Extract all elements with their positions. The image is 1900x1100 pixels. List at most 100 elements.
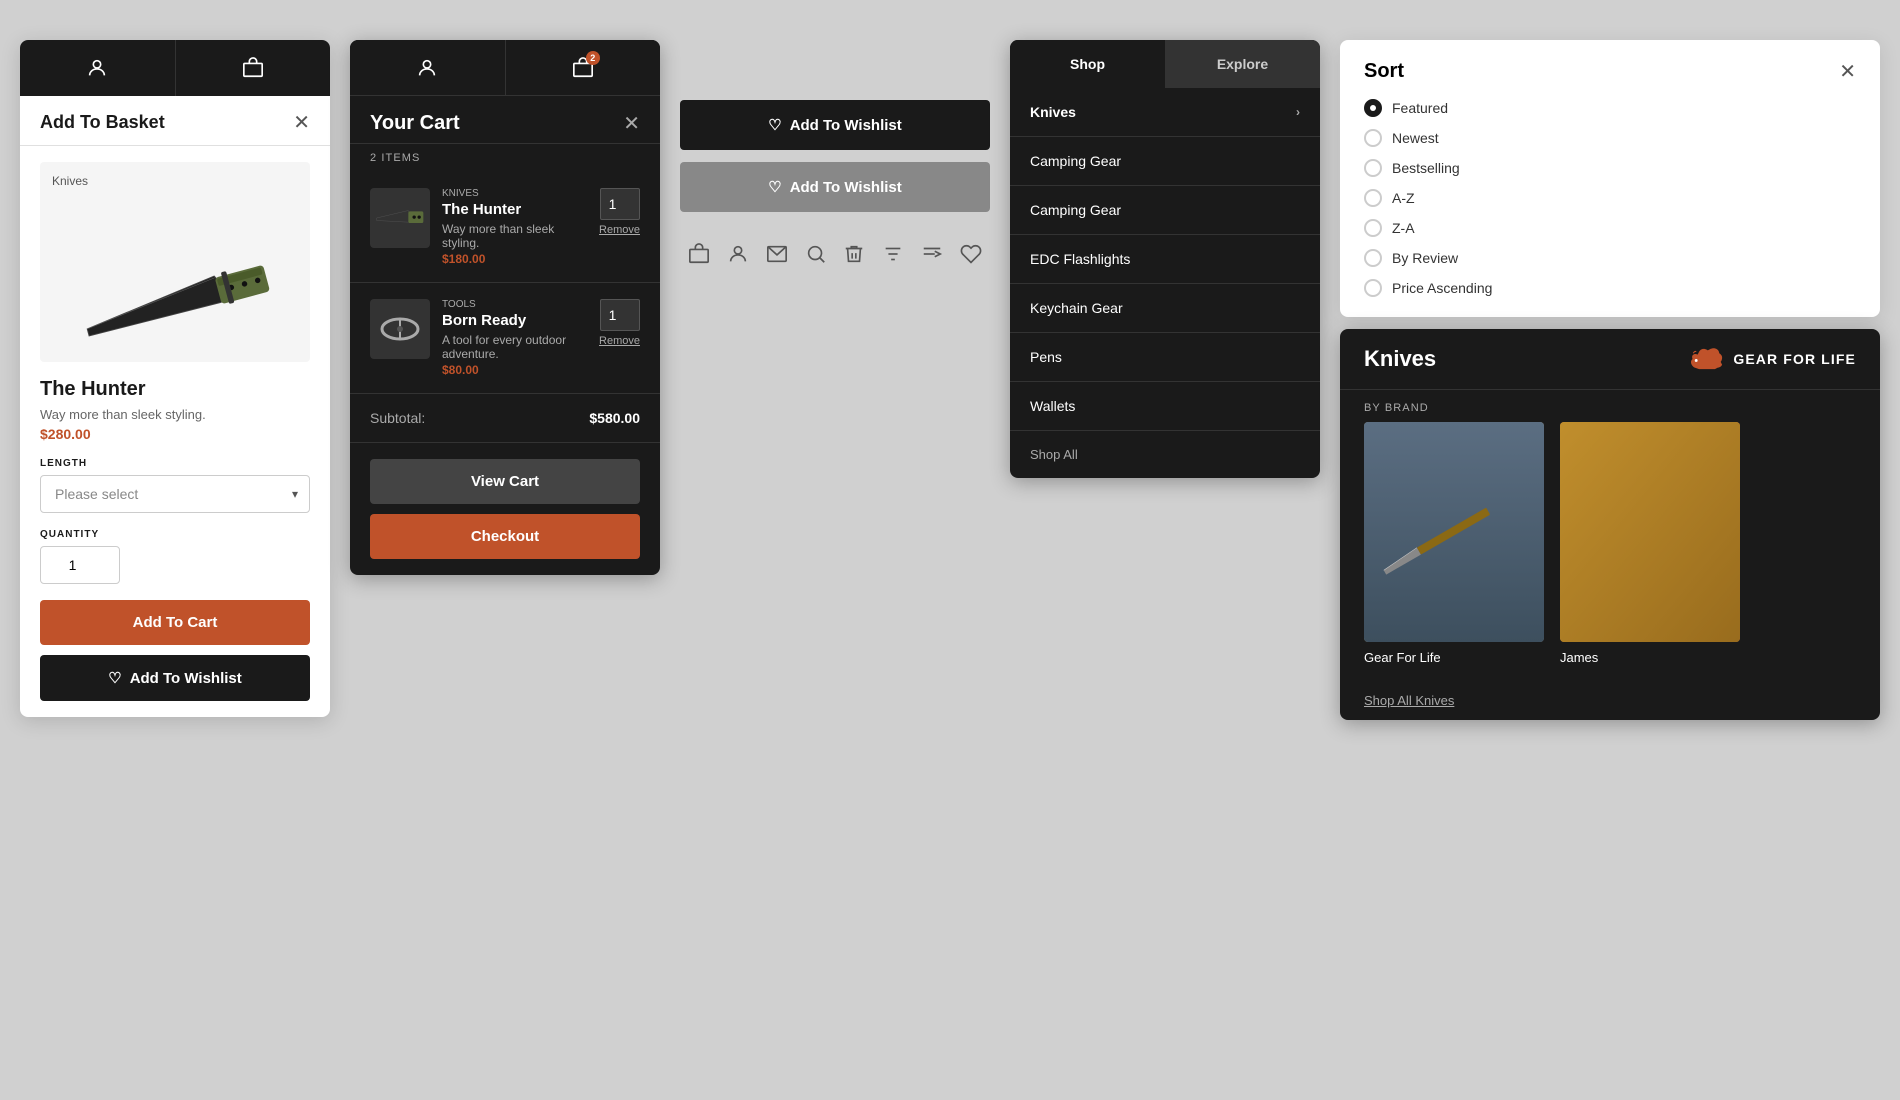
heart-icon[interactable] [953,236,989,272]
bag-icon[interactable] [681,236,717,272]
tab-shop[interactable]: Shop [1010,40,1165,88]
shop-nav-label-knives: Knives [1030,104,1076,120]
product-card-name-1: Gear For Life [1364,650,1544,665]
cart-item-category-1: Knives [442,188,587,199]
add-to-cart-button[interactable]: Add To Cart [40,600,310,645]
cart-tab[interactable] [176,40,331,96]
basket-header: Add To Basket ✕ [20,96,330,146]
user-icon[interactable] [720,236,756,272]
length-select-wrapper: Please select ▾ [40,475,310,513]
wishlist-button-2[interactable]: ♡ Add To Wishlist [680,162,990,212]
product-grid: Gear For Life James [1340,422,1880,681]
cart-item-info-2: Tools Born Ready A tool for every outdoo… [442,299,587,377]
product-section: Knives GEAR FOR LIFE BY BRAND [1340,329,1880,720]
cart-count-badge: 2 [586,51,600,65]
shop-nav-item-camping2[interactable]: Camping Gear [1010,186,1320,235]
search-icon[interactable] [798,236,834,272]
length-select[interactable]: Please select [40,475,310,513]
wishlist-heart-icon: ♡ [108,669,121,687]
cart-panel: 2 Your Cart ✕ 2 ITEMS Knives The Hunter … [350,40,660,575]
sort-panel: Sort ✕ Featured Newest Bestselling A-Z [1340,40,1880,317]
right-panel: Sort ✕ Featured Newest Bestselling A-Z [1340,40,1880,720]
shop-nav-item-knives[interactable]: Knives › [1010,88,1320,137]
product-section-title: Knives [1364,346,1436,372]
cart-user-tab[interactable] [350,40,506,95]
cart-item-remove-button-2[interactable]: Remove [599,335,640,347]
cart-close-button[interactable]: ✕ [623,114,640,134]
mail-icon[interactable] [759,236,795,272]
radio-review [1364,249,1382,267]
shop-nav-label-pens: Pens [1030,349,1062,365]
add-to-basket-panel: Add To Basket ✕ Knives The Hunter Way mo… [20,40,330,717]
quantity-input[interactable] [40,546,120,584]
cart-title: Your Cart [370,112,460,135]
cart-item-qty-input-2[interactable] [600,299,640,331]
shop-all-link[interactable]: Shop All [1010,431,1320,478]
tab-explore[interactable]: Explore [1165,40,1320,88]
bison-icon [1689,345,1725,373]
knife-image [69,245,281,362]
product-image-area: Knives [40,162,310,362]
sort-option-featured[interactable]: Featured [1364,99,1856,117]
wishlist-label-2: Add To Wishlist [790,179,902,196]
shop-all-knives-link[interactable]: Shop All Knives [1340,681,1880,720]
sort-option-za[interactable]: Z-A [1364,219,1856,237]
shop-nav-list: Knives › Camping Gear Camping Gear EDC F… [1010,88,1320,431]
shop-nav-item-wallets[interactable]: Wallets [1010,382,1320,431]
user-tab[interactable] [20,40,176,96]
wishlist-heart-icon-2: ♡ [768,178,781,196]
basket-close-button[interactable]: ✕ [293,113,310,133]
cart-items-count: 2 ITEMS [350,144,660,172]
sort-options: Featured Newest Bestselling A-Z Z-A By R… [1364,99,1856,297]
sort-icon[interactable] [914,236,950,272]
product-card-image-1 [1364,422,1544,642]
radio-featured [1364,99,1382,117]
cart-item-price-1: $180.00 [442,252,587,266]
subtotal-label: Subtotal: [370,410,425,426]
sort-option-price-asc[interactable]: Price Ascending [1364,279,1856,297]
shop-nav-label-camping1: Camping Gear [1030,153,1121,169]
sort-option-newest[interactable]: Newest [1364,129,1856,147]
shop-nav-item-keychain[interactable]: Keychain Gear [1010,284,1320,333]
cart-item-name-1: The Hunter [442,201,587,218]
shop-nav-item-pens[interactable]: Pens [1010,333,1320,382]
sort-title: Sort [1364,60,1404,83]
length-label: LENGTH [40,458,310,469]
product-price: $280.00 [40,426,310,442]
sort-option-review[interactable]: By Review [1364,249,1856,267]
product-category: Knives [52,174,88,188]
cart-item-qty-1: Remove [599,188,640,236]
view-cart-button[interactable]: View Cart [370,459,640,504]
filter-icon[interactable] [875,236,911,272]
cart-item-qty-input-1[interactable] [600,188,640,220]
add-to-wishlist-button[interactable]: ♡ Add To Wishlist [40,655,310,701]
radio-az [1364,189,1382,207]
radio-newest [1364,129,1382,147]
shop-nav-item-flashlights[interactable]: EDC Flashlights [1010,235,1320,284]
basket-top-bar [20,40,330,96]
cart-cart-tab[interactable]: 2 [506,40,661,95]
shop-nav-item-camping1[interactable]: Camping Gear [1010,137,1320,186]
sort-option-bestselling[interactable]: Bestselling [1364,159,1856,177]
basket-title: Add To Basket [40,112,165,133]
cart-item-category-2: Tools [442,299,587,310]
sort-close-button[interactable]: ✕ [1839,62,1856,82]
brand-logo: GEAR FOR LIFE [1689,345,1856,373]
sort-option-az[interactable]: A-Z [1364,189,1856,207]
sort-label-newest: Newest [1392,130,1439,146]
wishlist-button-label: Add To Wishlist [130,670,242,687]
product-card-1[interactable]: Gear For Life [1364,422,1544,665]
radio-za [1364,219,1382,237]
product-name: The Hunter [40,378,310,401]
product-card-2[interactable]: James [1560,422,1740,665]
wishlist-button-1[interactable]: ♡ Add To Wishlist [680,100,990,150]
cart-item-info-1: Knives The Hunter Way more than sleek st… [442,188,587,266]
cart-item: Knives The Hunter Way more than sleek st… [350,172,660,283]
checkout-button[interactable]: Checkout [370,514,640,559]
trash-icon[interactable] [836,236,872,272]
cart-item-remove-button-1[interactable]: Remove [599,224,640,236]
sort-label-az: A-Z [1392,190,1415,206]
subtotal-amount: $580.00 [589,410,640,426]
shop-nav-panel: Shop Explore Knives › Camping Gear Campi… [1010,40,1320,478]
chevron-right-icon: › [1296,105,1300,119]
